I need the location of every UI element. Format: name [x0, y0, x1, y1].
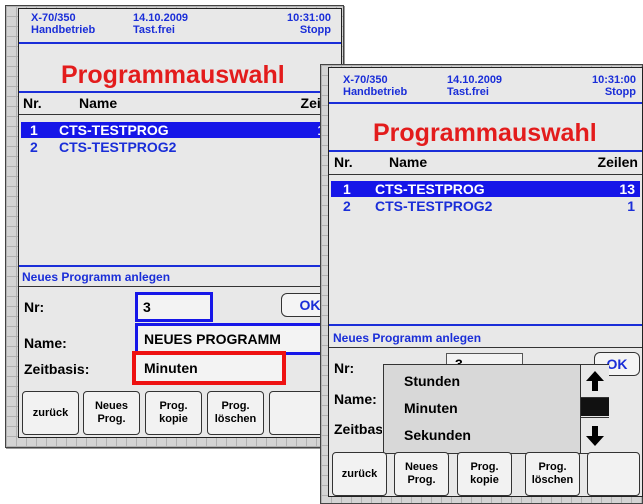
divider — [19, 286, 341, 287]
header-date: 14.10.2009 — [133, 12, 189, 24]
header-date: 14.10.2009 — [447, 74, 503, 86]
row-nr: 2 — [30, 139, 38, 155]
nr-input[interactable]: 3 — [135, 292, 213, 322]
scrollbar-thumb[interactable] — [581, 398, 609, 416]
label-line1: Prog. — [470, 461, 499, 473]
divider — [19, 114, 341, 115]
zeitbasis-label: Zeitbasis: — [334, 421, 382, 437]
table-row[interactable]: 2 CTS-TESTPROG2 1 — [331, 198, 640, 214]
label-line2: löschen — [214, 413, 257, 425]
header-keyboard: Tast.frei — [447, 86, 489, 98]
panel-left: X-70/350 Handbetrieb 14.10.2009 Tast.fre… — [18, 8, 342, 438]
copy-program-button[interactable]: Prog. kopie — [145, 391, 202, 435]
section-divider — [329, 324, 642, 326]
page-title: Programmauswahl — [61, 61, 285, 89]
label-line1: Prog. — [538, 461, 567, 473]
row-nr: 2 — [343, 198, 351, 214]
header-mode: Handbetrieb — [31, 24, 96, 36]
panel-right: X-70/350 Handbetrieb 14.10.2009 Tast.fre… — [328, 67, 643, 497]
section-label: Neues Programm anlegen — [333, 331, 482, 345]
col-nr: Nr. — [23, 95, 42, 111]
zeitbasis-value: Minuten — [144, 360, 198, 376]
row-nr: 1 — [343, 181, 351, 197]
dropdown-option-stunden[interactable]: Stunden — [404, 373, 460, 389]
label-line2: kopie — [159, 413, 188, 425]
header-divider — [19, 42, 341, 44]
delete-program-button[interactable]: Prog. löschen — [525, 452, 580, 496]
new-program-button[interactable]: Neues Prog. — [394, 452, 449, 496]
header-keyboard: Tast.frei — [133, 24, 175, 36]
label-line1: Neues — [404, 461, 439, 473]
col-name: Name — [389, 154, 428, 170]
divider — [329, 347, 642, 348]
col-name: Name — [79, 95, 118, 111]
header-device: X-70/350 — [31, 12, 76, 24]
label-line1: Prog. — [159, 400, 188, 412]
nr-label: Nr: — [24, 299, 45, 315]
row-nr: 1 — [30, 122, 38, 138]
header-state: Stopp — [299, 24, 331, 36]
header-time: 10:31:00 — [286, 12, 331, 24]
row-name: CTS-TESTPROG — [59, 122, 169, 138]
table-row[interactable]: 2 CTS-TESTPROG2 1 — [21, 139, 339, 155]
nr-label: Nr: — [334, 360, 355, 376]
nr-value: 3 — [143, 299, 151, 315]
page-title: Programmauswahl — [373, 119, 597, 147]
divider — [329, 150, 642, 152]
label-line2: kopie — [470, 474, 499, 486]
divider — [329, 174, 642, 175]
dropdown-option-minuten[interactable]: Minuten — [404, 400, 458, 416]
name-label: Name: — [334, 391, 377, 407]
label-line2: löschen — [531, 474, 574, 486]
col-nr: Nr. — [334, 154, 353, 170]
header-time: 10:31:00 — [591, 74, 636, 86]
header-state: Stopp — [604, 86, 636, 98]
back-button[interactable]: zurück — [22, 391, 79, 435]
delete-program-button[interactable]: Prog. löschen — [207, 391, 264, 435]
empty-button[interactable] — [269, 391, 326, 435]
table-row[interactable]: 1 CTS-TESTPROG 13 — [21, 122, 339, 138]
name-label: Name: — [24, 335, 67, 351]
zeitbasis-select[interactable]: Minuten — [132, 351, 286, 385]
back-label: zurück — [341, 467, 378, 480]
arrow-down-icon[interactable] — [581, 417, 609, 454]
zeitbasis-dropdown[interactable]: Stunden Minuten Sekunden — [383, 364, 609, 454]
dropdown-option-sekunden[interactable]: Sekunden — [404, 427, 471, 443]
arrow-up-icon[interactable] — [581, 365, 609, 398]
label-line2: Prog. — [407, 474, 436, 486]
copy-program-button[interactable]: Prog. kopie — [457, 452, 512, 496]
new-program-button[interactable]: Neues Prog. — [83, 391, 140, 435]
row-name: CTS-TESTPROG — [375, 181, 485, 197]
empty-button[interactable] — [587, 452, 640, 496]
back-label: zurück — [32, 406, 69, 419]
header-device: X-70/350 — [343, 74, 388, 86]
row-name: CTS-TESTPROG2 — [375, 198, 493, 214]
divider — [19, 91, 341, 93]
section-divider — [19, 265, 341, 267]
back-button[interactable]: zurück — [332, 452, 387, 496]
row-zeilen: 1 — [627, 198, 635, 214]
dropdown-scrollbar[interactable] — [580, 365, 609, 453]
row-name: CTS-TESTPROG2 — [59, 139, 177, 155]
name-value: NEUES PROGRAMM — [144, 331, 281, 347]
col-zeilen: Zeilen — [597, 154, 638, 170]
row-zeilen: 13 — [619, 181, 635, 197]
label-line1: Neues — [94, 400, 129, 412]
label-line1: Prog. — [221, 400, 250, 412]
zeitbasis-label: Zeitbasis: — [24, 361, 90, 377]
section-label: Neues Programm anlegen — [22, 270, 171, 284]
label-line2: Prog. — [97, 413, 126, 425]
table-row[interactable]: 1 CTS-TESTPROG 13 — [331, 181, 640, 197]
header-mode: Handbetrieb — [343, 86, 408, 98]
header-divider — [329, 102, 642, 104]
